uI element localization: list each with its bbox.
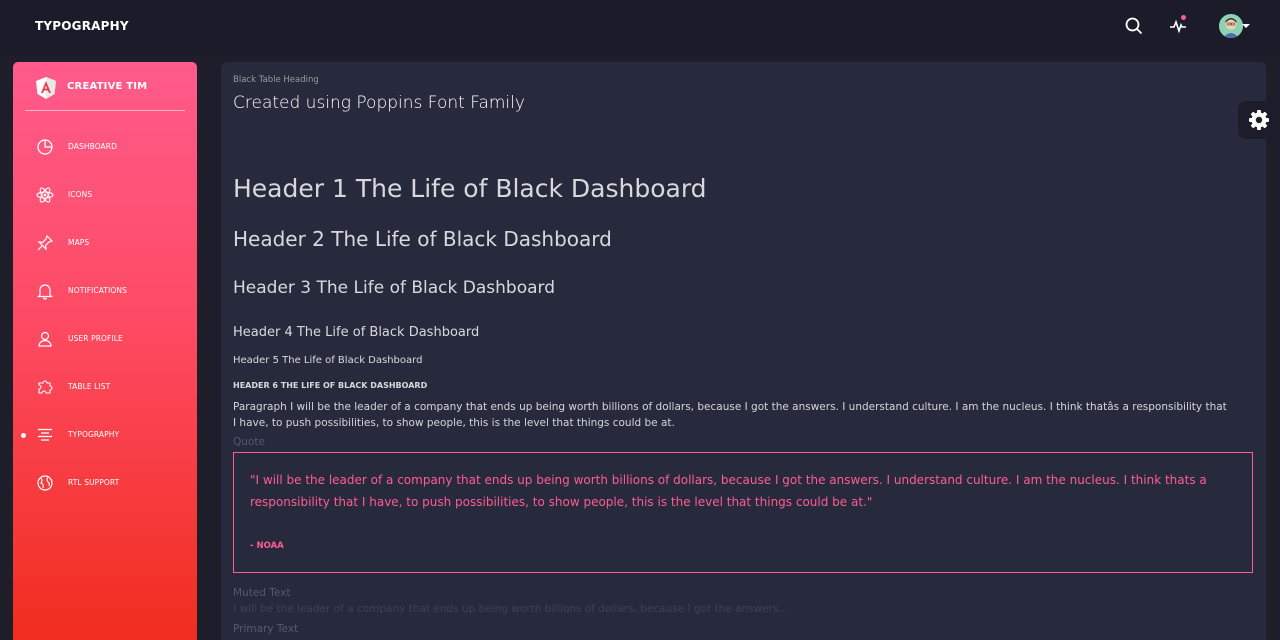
blockquote: "I will be the leader of a company that … bbox=[233, 452, 1253, 573]
atom-icon bbox=[35, 185, 55, 205]
gear-icon bbox=[1249, 110, 1269, 130]
sidebar-item-label: NOTIFICATIONS bbox=[68, 286, 127, 295]
world-icon bbox=[35, 473, 55, 493]
typography-card: Black Table Heading Created using Poppin… bbox=[221, 62, 1266, 640]
sidebar-item-rtl-support[interactable]: RTL SUPPORT bbox=[13, 468, 197, 498]
sidebar-item-dashboard[interactable]: DASHBOARD bbox=[13, 132, 197, 162]
user-menu-toggle[interactable] bbox=[1214, 14, 1250, 38]
paragraph-sample: Paragraph I will be the leader of a comp… bbox=[233, 401, 1227, 429]
sidebar-item-label: RTL SUPPORT bbox=[68, 478, 120, 487]
page-title[interactable]: TYPOGRAPHY bbox=[35, 19, 129, 33]
notifications-button[interactable] bbox=[1166, 14, 1190, 38]
sidebar-item-label: DASHBOARD bbox=[68, 142, 117, 151]
chevron-down-icon bbox=[1242, 24, 1250, 28]
sidebar-item-user-profile[interactable]: USER PROFILE bbox=[13, 324, 197, 354]
divider bbox=[25, 110, 185, 111]
avatar bbox=[1219, 14, 1243, 38]
sidebar-item-label: MAPS bbox=[68, 238, 90, 247]
sidebar-item-label: ICONS bbox=[68, 190, 93, 199]
search-icon bbox=[1125, 17, 1143, 35]
top-navbar: TYPOGRAPHY bbox=[0, 0, 1280, 54]
angular-logo-icon bbox=[36, 77, 56, 99]
bell-icon bbox=[35, 281, 55, 301]
sidebar-item-label: USER PROFILE bbox=[68, 334, 123, 343]
activity-icon bbox=[1170, 19, 1186, 33]
sidebar-item-typography[interactable]: TYPOGRAPHY bbox=[13, 420, 197, 450]
quote-label: Quote bbox=[233, 436, 265, 448]
pin-icon bbox=[35, 233, 55, 253]
notification-dot bbox=[1181, 15, 1186, 20]
card-category: Black Table Heading bbox=[233, 75, 319, 85]
sidebar-logo-text: CREATIVE TIM bbox=[67, 81, 148, 92]
sidebar-item-label: TYPOGRAPHY bbox=[68, 430, 120, 439]
primary-label: Primary Text bbox=[233, 623, 299, 635]
heading-4: Header 4 The Life of Black Dashboard bbox=[233, 325, 480, 340]
puzzle-icon bbox=[35, 377, 55, 397]
heading-1: Header 1 The Life of Black Dashboard bbox=[233, 174, 707, 203]
card-title: Created using Poppins Font Family bbox=[233, 93, 525, 113]
sidebar-item-notifications[interactable]: NOTIFICATIONS bbox=[13, 276, 197, 306]
sidebar-item-label: TABLE LIST bbox=[68, 382, 111, 391]
settings-plugin-button[interactable] bbox=[1238, 101, 1280, 139]
heading-2: Header 2 The Life of Black Dashboard bbox=[233, 227, 612, 251]
search-button[interactable] bbox=[1122, 14, 1146, 38]
heading-6: Header 6 The Life of Black Dashboard bbox=[233, 381, 428, 390]
muted-text: I will be the leader of a company that e… bbox=[233, 603, 789, 615]
sidebar-logo[interactable]: CREATIVE TIM bbox=[13, 62, 197, 112]
active-indicator bbox=[21, 433, 26, 438]
sidebar-item-maps[interactable]: MAPS bbox=[13, 228, 197, 258]
muted-label: Muted Text bbox=[233, 587, 291, 599]
sidebar: CREATIVE TIM DASHBOARD ICONS MAPS NOTIFI… bbox=[13, 62, 197, 640]
sidebar-item-icons[interactable]: ICONS bbox=[13, 180, 197, 210]
quote-text: "I will be the leader of a company that … bbox=[250, 473, 1207, 509]
align-center-icon bbox=[35, 425, 55, 445]
heading-3: Header 3 The Life of Black Dashboard bbox=[233, 278, 556, 298]
user-icon bbox=[35, 329, 55, 349]
sidebar-item-table-list[interactable]: TABLE LIST bbox=[13, 372, 197, 402]
heading-5: Header 5 The Life of Black Dashboard bbox=[233, 355, 423, 366]
chart-pie-icon bbox=[35, 137, 55, 157]
quote-author: - NOAA bbox=[250, 541, 284, 551]
